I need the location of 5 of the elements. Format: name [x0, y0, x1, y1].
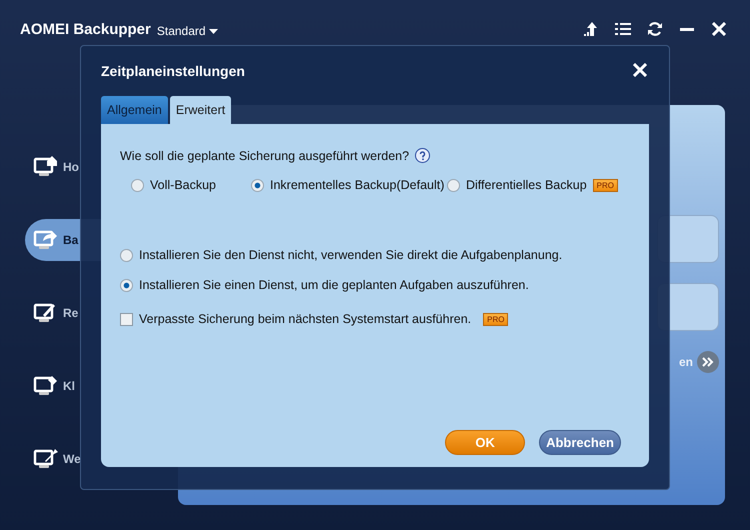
pro-badge: PRO — [483, 312, 508, 326]
pro-badge: PRO — [592, 178, 618, 192]
dialog-title: Zeitplaneinstellungen — [101, 63, 245, 79]
question-text: Wie soll die geplante Sicherung ausgeführt werden? — [120, 148, 410, 162]
app-title: AOMEI Backupper — [20, 20, 151, 38]
